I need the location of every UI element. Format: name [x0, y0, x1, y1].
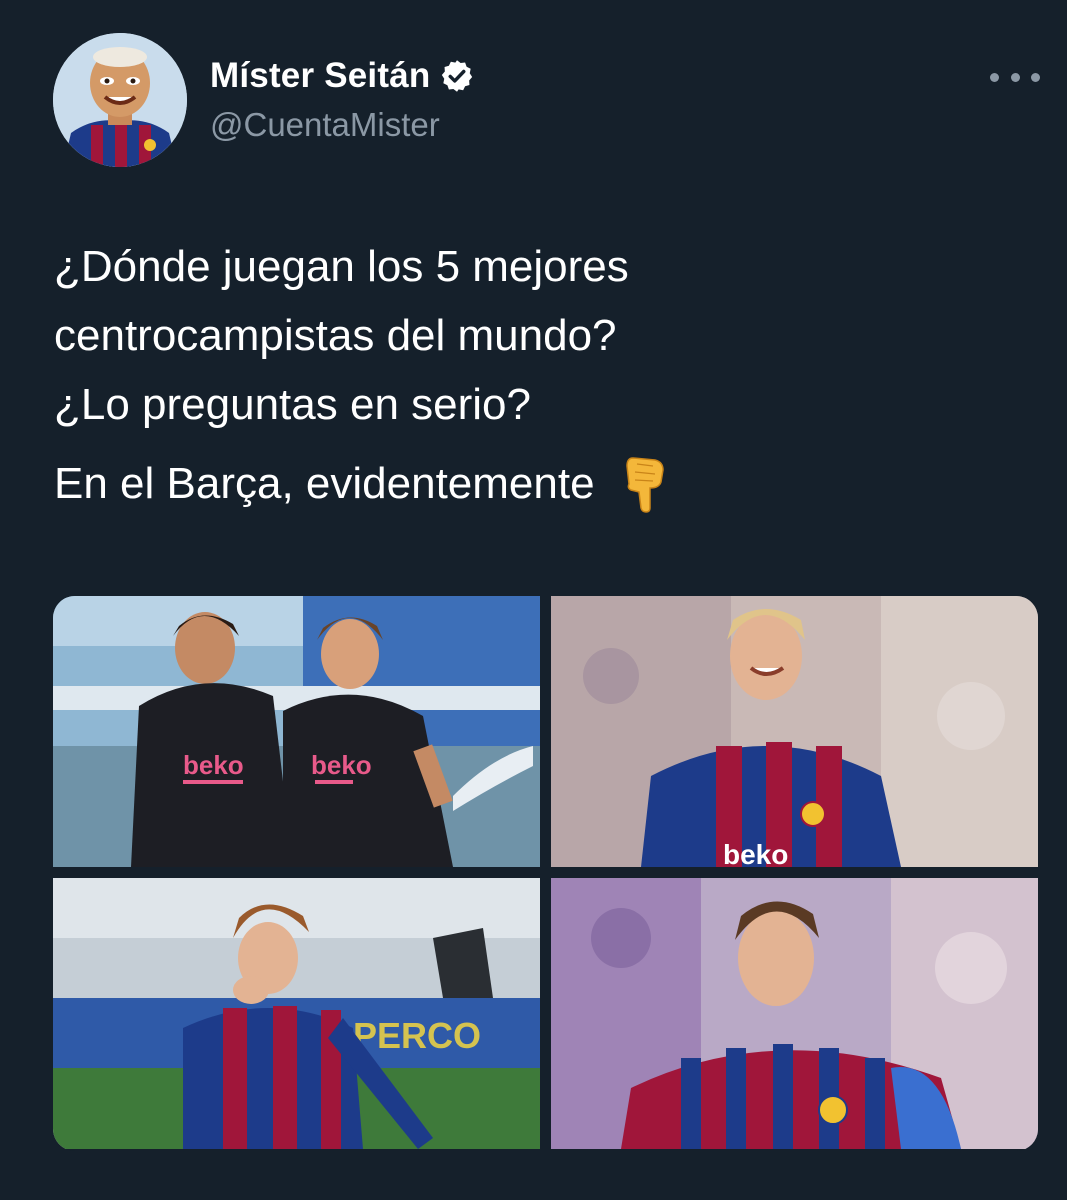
- background-text: PERCO: [353, 1015, 481, 1056]
- more-options-button[interactable]: [990, 60, 1040, 94]
- photo-smiling-player: beko: [551, 596, 1038, 867]
- user-handle[interactable]: @CuentaMister: [210, 106, 475, 144]
- media-photo-2[interactable]: beko: [551, 596, 1038, 867]
- tweet-line-2: En el Barça, evidentemente: [54, 449, 1014, 518]
- cartoon-avatar-icon: [53, 33, 187, 167]
- photo-young-player: [551, 878, 1038, 1149]
- media-photo-1[interactable]: beko beko: [53, 596, 540, 867]
- dot: [1031, 72, 1040, 82]
- verified-badge-icon: [439, 58, 475, 94]
- sponsor-label: beko: [723, 839, 788, 867]
- sponsor-label: beko: [183, 750, 244, 780]
- media-photo-3[interactable]: PERCO: [53, 878, 540, 1149]
- media-grid: beko beko beko PERCO: [53, 596, 1038, 1151]
- media-photo-4[interactable]: [551, 878, 1038, 1149]
- name-row: Míster Seitán: [210, 52, 475, 100]
- tweet-paragraph: En el Barça, evidentemente: [54, 459, 595, 508]
- dot: [990, 72, 999, 82]
- tweet-line: centrocampistas del mundo?: [54, 311, 617, 360]
- sponsor-label: beko: [311, 750, 372, 780]
- dot: [1010, 72, 1020, 82]
- photo-two-players-training: beko beko: [53, 596, 540, 867]
- tweet-line: ¿Lo preguntas en serio?: [54, 380, 531, 429]
- tweet: Míster Seitán @CuentaMister ¿Dónde juega…: [0, 0, 1067, 1200]
- pointing-down-hand-icon: [623, 454, 667, 514]
- tweet-line: ¿Dónde juegan los 5 mejores: [54, 242, 629, 291]
- avatar[interactable]: [53, 33, 187, 167]
- tweet-text: ¿Dónde juegan los 5 mejores centrocampis…: [54, 232, 1014, 518]
- photo-player-kissing-badge: PERCO: [53, 878, 540, 1149]
- author-info: Míster Seitán @CuentaMister: [210, 52, 475, 144]
- display-name[interactable]: Míster Seitán: [210, 56, 430, 96]
